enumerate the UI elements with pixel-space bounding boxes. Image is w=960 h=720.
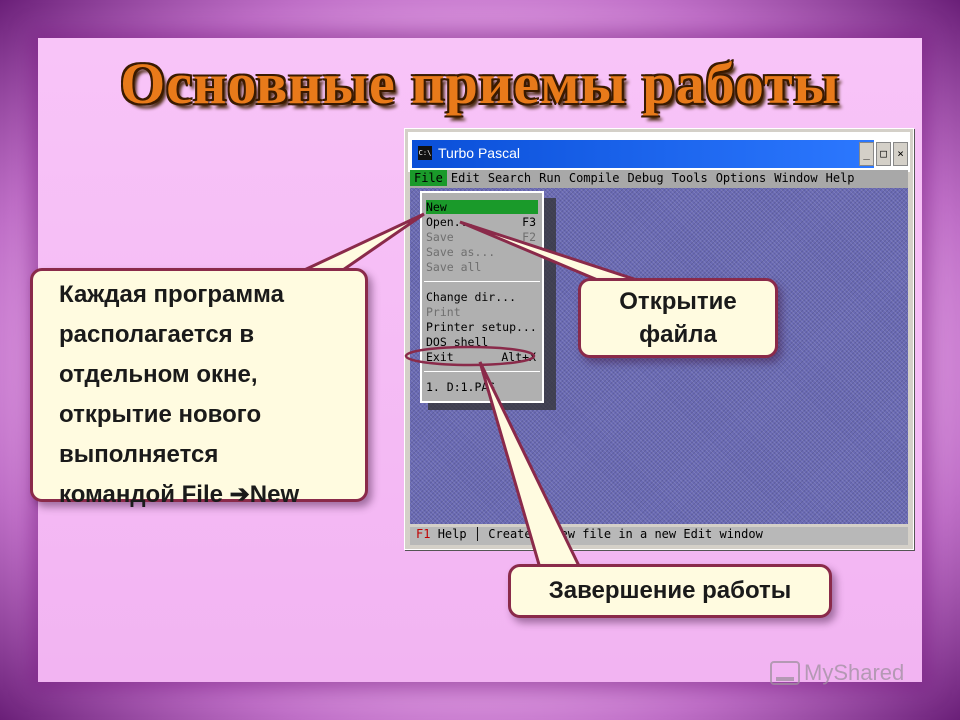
watermark-text: MyShared (804, 660, 905, 685)
watermark: MyShared (770, 660, 904, 686)
exit-highlight-ellipse (404, 345, 536, 367)
callout-new-window: Каждая программа располагается в отдельн… (30, 268, 368, 508)
presentation-icon (770, 661, 800, 685)
open-callout-pointer (459, 220, 641, 283)
exit-callout-pointer (478, 361, 583, 570)
callout-open-file: Открытие файла (578, 278, 778, 358)
new-callout-pointer (299, 212, 425, 274)
callout-exit: Завершение работы (508, 564, 832, 618)
